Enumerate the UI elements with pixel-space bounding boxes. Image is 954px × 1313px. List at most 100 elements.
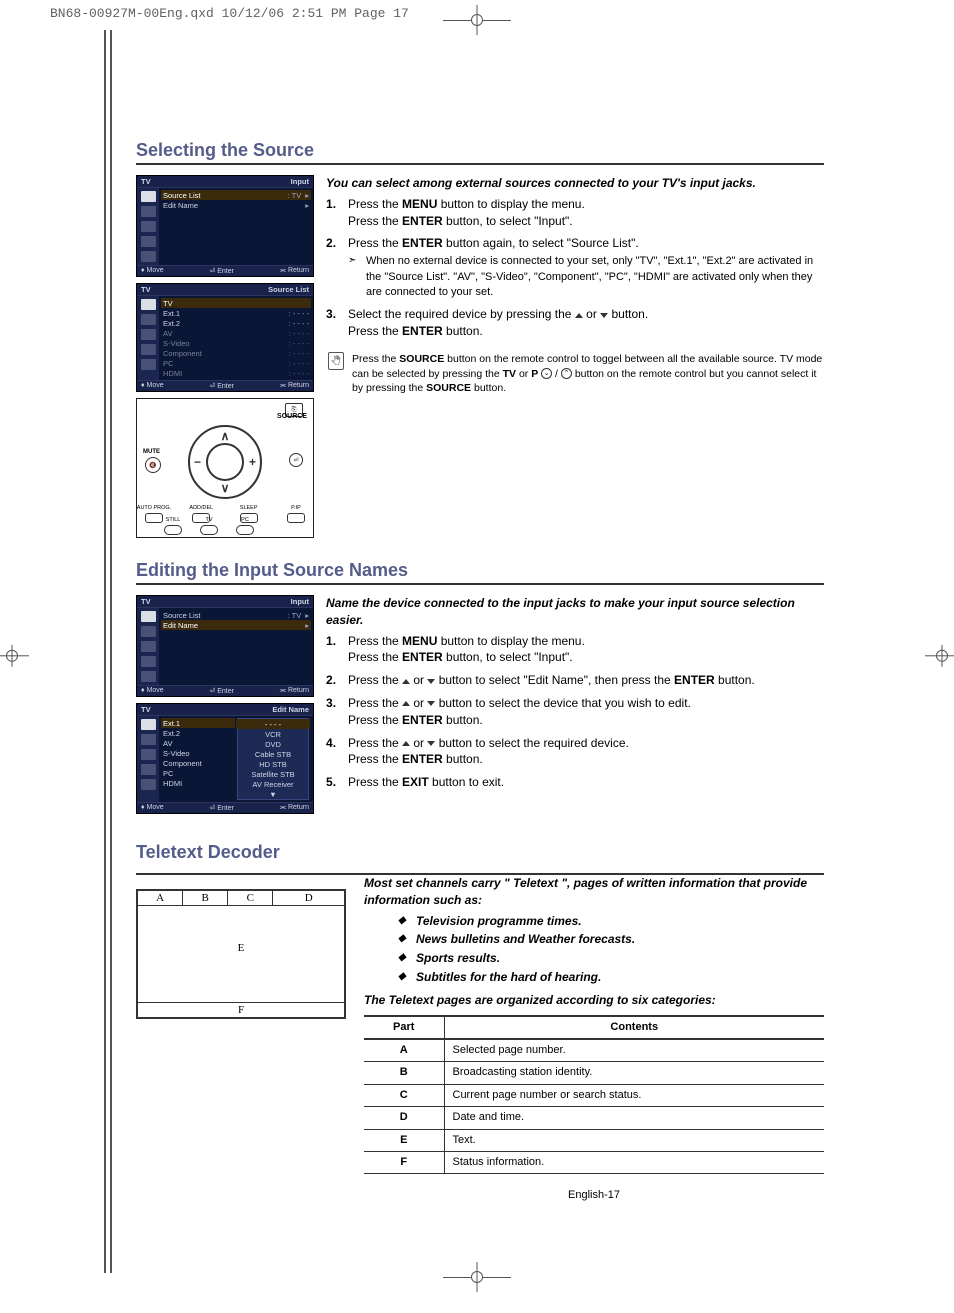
- print-header: BN68-00927M-00Eng.qxd 10/12/06 2:51 PM P…: [50, 6, 409, 21]
- osd-title-right: Source List: [268, 285, 309, 294]
- osd-footer-move: ♦ Move: [141, 687, 164, 695]
- step-1: Press the MENU button to display the men…: [326, 196, 824, 230]
- osd-row-value: AV Receiver: [238, 780, 308, 789]
- up-arrow-icon: [402, 679, 410, 684]
- crop-mark-right: [936, 649, 948, 661]
- teletext-diagram: A B C D E F: [136, 889, 346, 1019]
- table-cell-part: B: [364, 1062, 444, 1084]
- down-arrow-icon: [600, 313, 608, 318]
- section-intro: Most set channels carry " Teletext ", pa…: [364, 875, 824, 909]
- osd-edit-name: TV Edit Name Ext.1 Ext.2 AV S-Vid: [136, 703, 314, 814]
- mute-label: MUTE: [143, 449, 160, 455]
- ttx-part-c: C: [228, 891, 273, 905]
- table-row: BBroadcasting station identity.: [364, 1062, 824, 1084]
- osd-input-menu: TV Input Source List: TV▸ Edit Name▸: [136, 175, 314, 277]
- osd-row-value: DVD: [238, 740, 308, 749]
- osd-row-value: Cable STB: [238, 750, 308, 759]
- osd-row-label: PC: [163, 359, 283, 368]
- mute-button-icon: 🔇: [145, 457, 161, 473]
- osd-footer-move: ♦ Move: [141, 267, 164, 275]
- osd-row-label: TV: [163, 299, 303, 308]
- osd-title-right: Input: [291, 597, 309, 606]
- osd-footer-return: ⫘ Return: [280, 267, 309, 275]
- osd-row-label: PC: [163, 769, 233, 778]
- bullet-item: Subtitles for the hard of hearing.: [398, 969, 824, 986]
- ttx-part-e: E: [138, 941, 344, 954]
- osd-row-value: : - - - -: [283, 349, 309, 358]
- table-cell-contents: Current page number or search status.: [444, 1084, 824, 1106]
- p-up-icon: ⌃: [561, 368, 572, 379]
- osd-footer-return: ⫘ Return: [280, 804, 309, 812]
- osd-row-label: S-Video: [163, 339, 283, 348]
- osd-row-label: AV: [163, 329, 283, 338]
- osd-row-label: S-Video: [163, 749, 233, 758]
- table-row: ASelected page number.: [364, 1039, 824, 1062]
- ttx-part-d: D: [273, 891, 344, 905]
- margin-rule: [104, 30, 106, 1273]
- table-row: FStatus information.: [364, 1151, 824, 1173]
- table-row: DDate and time.: [364, 1107, 824, 1129]
- source-label: SOURCE: [277, 413, 307, 420]
- bullet-item: Television programme times.: [398, 913, 824, 930]
- section-title: Selecting the Source: [136, 140, 824, 165]
- table-cell-part: A: [364, 1039, 444, 1062]
- remote-illustration: ⎘ SOURCE MUTE 🔇 ∧ ∨ − + ⏎ AUTO PROG. ADD…: [136, 398, 314, 538]
- remote-btn-label: STILL: [166, 517, 181, 523]
- section-editing-input-names: Editing the Input Source Names TV Input …: [136, 560, 824, 820]
- remote-btn-label: PC: [241, 517, 249, 523]
- up-arrow-icon: [402, 741, 410, 746]
- step-note: When no external device is connected to …: [348, 254, 824, 300]
- osd-row-label: HDMI: [163, 369, 283, 378]
- remote-btn-label: P.IP: [291, 505, 301, 511]
- osd-row-value: [303, 299, 309, 308]
- osd-row-value: : TV: [282, 611, 302, 620]
- bullet-item: Sports results.: [398, 950, 824, 967]
- osd-title-right: Edit Name: [272, 705, 309, 714]
- osd-input-menu: TV Input Source List: TV▸ Edit Name▸: [136, 595, 314, 697]
- osd-row-value: ▼: [238, 790, 308, 799]
- osd-title-right: Input: [291, 177, 309, 186]
- step-3: Select the required device by pressing t…: [326, 306, 824, 340]
- osd-row-value: Satellite STB: [238, 770, 308, 779]
- table-cell-contents: Broadcasting station identity.: [444, 1062, 824, 1084]
- osd-title-left: TV: [141, 705, 151, 714]
- table-cell-part: F: [364, 1151, 444, 1173]
- remote-btn-label: TV: [205, 517, 212, 523]
- bullet-item: News bulletins and Weather forecasts.: [398, 931, 824, 948]
- table-row: EText.: [364, 1129, 824, 1151]
- osd-source-list: TV Source List TV Ext.1: - - - - Ext.2: …: [136, 283, 314, 392]
- osd-row-value: : - - - -: [283, 369, 309, 378]
- osd-row-label: Source List: [163, 611, 282, 620]
- table-header-part: Part: [364, 1016, 444, 1039]
- osd-title-left: TV: [141, 177, 151, 186]
- up-arrow-icon: [575, 313, 583, 318]
- section-selecting-source: Selecting the Source TV Input Source Lis…: [136, 140, 824, 538]
- table-cell-contents: Date and time.: [444, 1107, 824, 1129]
- categories-heading: The Teletext pages are organized accordi…: [364, 992, 824, 1009]
- osd-footer-enter: ⏎ Enter: [209, 382, 234, 390]
- osd-row-label: HDMI: [163, 779, 233, 788]
- osd-footer-return: ⫘ Return: [280, 687, 309, 695]
- crop-mark-left: [6, 649, 18, 661]
- section-intro: You can select among external sources co…: [326, 175, 824, 192]
- osd-row-label: Component: [163, 759, 233, 768]
- ttx-part-f: F: [138, 1002, 344, 1017]
- remote-tip-icon: 🖑: [328, 352, 344, 370]
- osd-footer-enter: ⏎ Enter: [209, 687, 234, 695]
- step-2: Press the ENTER button again, to select …: [326, 235, 824, 300]
- ttx-part-a: A: [138, 891, 183, 905]
- osd-row-value: : - - - -: [283, 359, 309, 368]
- table-cell-part: C: [364, 1084, 444, 1106]
- osd-row-label: Source List: [163, 191, 282, 200]
- osd-title-left: TV: [141, 285, 151, 294]
- osd-row-label: Ext.2: [163, 319, 283, 328]
- osd-footer-enter: ⏎ Enter: [209, 267, 234, 275]
- osd-row-label: AV: [163, 739, 233, 748]
- section-title: Teletext Decoder: [136, 842, 397, 865]
- table-row: CCurrent page number or search status.: [364, 1084, 824, 1106]
- section-title: Editing the Input Source Names: [136, 560, 824, 585]
- osd-row-value: HD STB: [238, 760, 308, 769]
- osd-row-value: : - - - -: [283, 329, 309, 338]
- osd-row-value: : TV: [282, 191, 302, 200]
- table-cell-contents: Selected page number.: [444, 1039, 824, 1062]
